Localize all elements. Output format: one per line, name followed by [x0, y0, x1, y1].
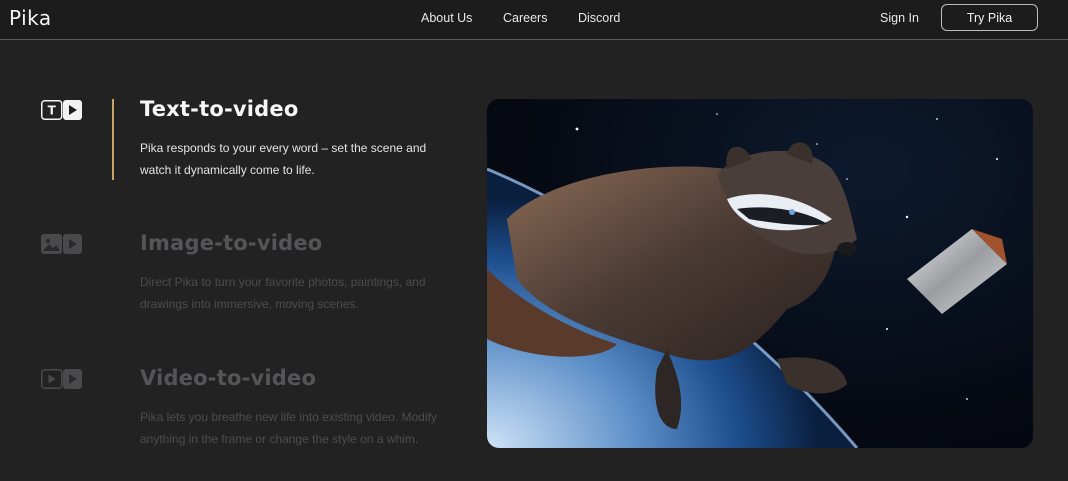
video-to-video-icon — [41, 369, 82, 389]
sign-in-link[interactable]: Sign In — [880, 11, 919, 25]
try-pika-button[interactable]: Try Pika — [941, 4, 1038, 31]
nav-about-us-link[interactable]: About Us — [421, 11, 472, 25]
svg-text:T: T — [48, 104, 57, 118]
pika-logo[interactable]: Pika — [9, 6, 52, 30]
feature-video-preview[interactable] — [487, 99, 1033, 448]
feature-description: Direct Pika to turn your favorite photos… — [140, 275, 426, 311]
feature-description: Pika lets you breathe new life into exis… — [140, 410, 437, 446]
raccoon-in-space-video-frame — [487, 113, 1007, 448]
feature-title: Text-to-video — [140, 97, 299, 121]
nav-careers-link[interactable]: Careers — [503, 11, 547, 25]
active-feature-indicator — [112, 99, 114, 180]
feature-title: Video-to-video — [140, 366, 317, 390]
text-to-video-icon: T — [41, 100, 82, 120]
page: Pika About Us Careers Discord Sign In Tr… — [0, 0, 1068, 481]
image-to-video-icon — [41, 234, 82, 254]
nav-discord-link[interactable]: Discord — [578, 11, 620, 25]
feature-title: Image-to-video — [140, 231, 323, 255]
top-nav-bar: Pika About Us Careers Discord Sign In Tr… — [0, 0, 1068, 40]
feature-description: Pika responds to your every word – set t… — [140, 141, 427, 177]
